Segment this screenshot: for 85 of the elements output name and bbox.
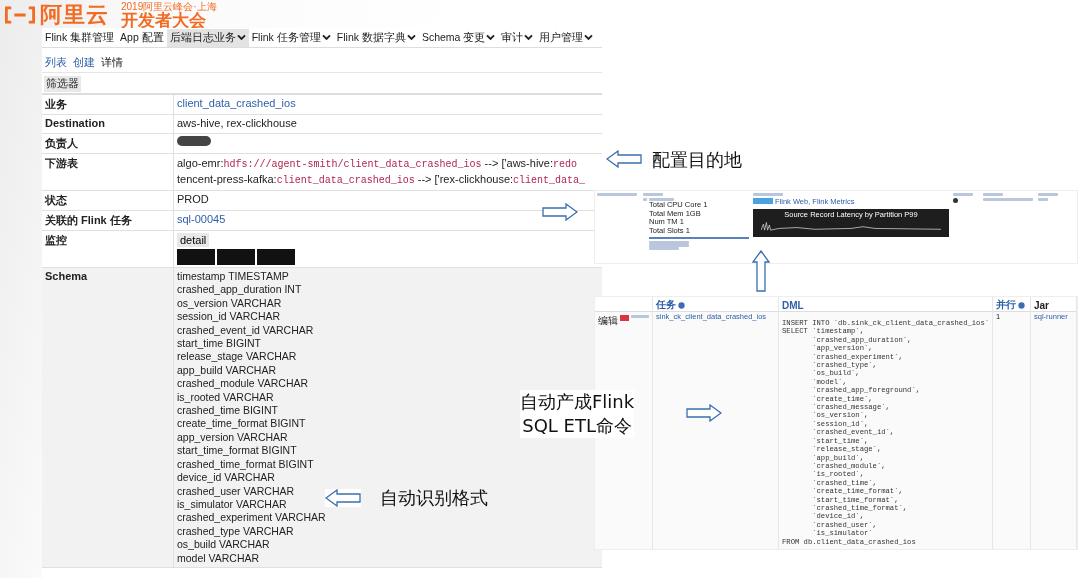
schema-field: crashed_experiment VARCHAR <box>177 511 326 525</box>
logo-icon <box>4 6 36 24</box>
field-label: 关联的 Flink 任务 <box>45 214 132 226</box>
nav-menu-item[interactable]: Flink 数据字典 <box>333 28 419 47</box>
edit-link[interactable]: 编辑 <box>598 315 618 326</box>
schema-field: app_build VARCHAR <box>177 363 277 378</box>
schema-field: is_simulator VARCHAR <box>177 497 287 512</box>
caption: 自动产成Flink <box>520 390 635 414</box>
schema-field: os_build VARCHAR <box>177 538 270 552</box>
field-label: 下游表 <box>45 157 78 169</box>
redaction-block <box>177 249 215 265</box>
schema-field: crashed_time_format BIGINT <box>177 457 314 472</box>
brand-name: 阿里云 <box>40 1 109 29</box>
schema-field: os_version VARCHAR <box>177 296 282 311</box>
field-label: Destination <box>45 117 105 129</box>
blurred-text <box>643 193 663 196</box>
schema-field: is_rooted VARCHAR <box>177 390 274 405</box>
field-link[interactable]: sql-00045 <box>177 213 226 225</box>
arrow-icon <box>325 489 361 507</box>
schema-field: crashed_time BIGINT <box>177 404 278 418</box>
blurred-text <box>983 198 1033 201</box>
schema-field: start_time_format BIGINT <box>177 444 297 458</box>
field-label: 监控 <box>45 234 67 246</box>
route-line: algo-emr:hdfs:///agent-smith/client_data_crashed_ios --> ['aws-hive:redo <box>177 156 578 172</box>
status-dot <box>953 198 958 203</box>
schema-field: crashed_user VARCHAR <box>177 484 295 498</box>
route-line: tencent-press-kafka:client_data_crashed_ios --> ['rex-clickhouse:client_data_ <box>177 172 587 188</box>
nav-menu-item[interactable]: Flink 集群管理 <box>42 28 118 47</box>
sub-tab[interactable]: 列表 <box>45 55 67 70</box>
caption: 自动识别格式 <box>380 486 488 510</box>
blurred-text <box>753 193 783 196</box>
schema-field: device_id VARCHAR <box>177 471 275 485</box>
sub-tab[interactable]: 详情 <box>101 55 123 70</box>
caption: 配置目的地 <box>652 148 742 172</box>
column-header: Jar <box>1034 299 1049 311</box>
blurred-text <box>1038 198 1048 201</box>
nav-menu-item[interactable]: 后端日志业务 <box>166 28 249 47</box>
schema-field: release_stage VARCHAR <box>177 350 297 364</box>
redaction-block <box>217 249 255 265</box>
blurred-text <box>630 315 649 318</box>
field-value: PROD <box>177 193 209 205</box>
schema-field: timestamp TIMESTAMP <box>177 270 289 284</box>
redaction-block <box>257 249 295 265</box>
help-icon <box>678 301 685 309</box>
blurred-text <box>643 198 647 201</box>
blurred-text <box>597 193 637 196</box>
arrow-icon <box>686 404 722 422</box>
nav-menu-item[interactable]: Flink 任务管理 <box>248 28 334 47</box>
nav-menu-item[interactable]: 用户管理 <box>536 28 597 47</box>
field-link[interactable]: client_data_crashed_ios <box>177 97 296 109</box>
column-header: DML <box>782 299 804 311</box>
arrow-icon <box>542 203 578 221</box>
schema-field: session_id VARCHAR <box>177 310 281 324</box>
status-badge <box>620 315 629 321</box>
nav-menu-item[interactable]: App 配置 <box>117 28 167 47</box>
blurred-text <box>1038 193 1058 196</box>
blurred-text <box>953 193 973 196</box>
redaction-blot <box>177 136 211 146</box>
schema-field: app_version VARCHAR <box>177 430 288 445</box>
field-value: aws-hive, rex-clickhouse <box>177 117 297 129</box>
blurred-text <box>649 198 674 201</box>
filter-button[interactable]: 筛选器 <box>44 76 81 92</box>
schema-field: start_time BIGINT <box>177 337 261 351</box>
blurred-text <box>983 193 1003 196</box>
schema-field: crashed_event_id VARCHAR <box>177 323 314 338</box>
field-label: Schema <box>45 270 88 282</box>
field-label: 业务 <box>45 98 67 110</box>
status-tag <box>753 198 773 204</box>
help-icon <box>1018 301 1025 309</box>
schema-field: create_time_format BIGINT <box>177 417 306 431</box>
event-title: 开发者大会 <box>121 11 206 29</box>
caption: SQL ETL命令 <box>522 414 632 438</box>
nav-menu-item[interactable]: Schema 变更 <box>418 28 499 47</box>
nav-menu-item[interactable]: 审计 <box>498 28 537 47</box>
schema-field: crashed_app_duration INT <box>177 283 302 297</box>
column-header: 并行 <box>996 298 1016 312</box>
column-header: 任务 <box>656 298 676 312</box>
event-subtitle: 2019阿里云峰会·上海 <box>121 1 217 12</box>
schema-field: crashed_module VARCHAR <box>177 377 309 391</box>
detail-button[interactable]: detail <box>177 233 210 247</box>
field-label: 负责人 <box>45 137 78 149</box>
field-label: 状态 <box>45 194 67 206</box>
schema-field: model VARCHAR <box>177 551 260 565</box>
sub-tab[interactable]: 创建 <box>73 55 95 70</box>
schema-field: crashed_type VARCHAR <box>177 524 294 539</box>
